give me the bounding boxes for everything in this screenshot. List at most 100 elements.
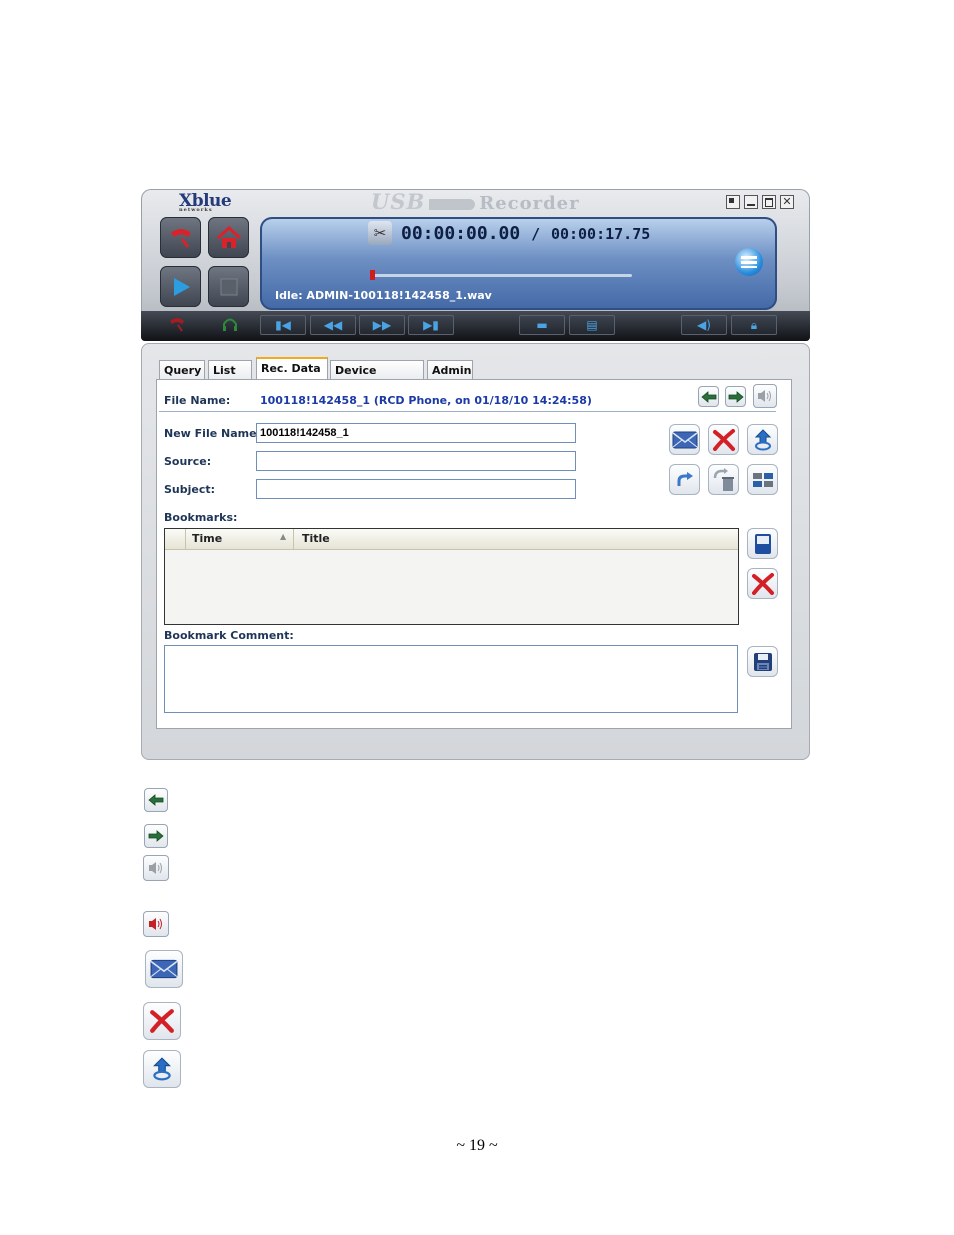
speaker-button[interactable] xyxy=(753,384,777,408)
email-button[interactable] xyxy=(669,424,700,455)
stop-icon xyxy=(220,278,237,295)
sort-ascending-icon: ▲ xyxy=(280,532,287,541)
home-icon xyxy=(216,225,241,248)
bookmark-comment-field[interactable] xyxy=(164,645,738,713)
legend-speaker-off-icon xyxy=(141,853,171,883)
arrow-left-icon xyxy=(700,390,716,403)
tab-list[interactable]: List xyxy=(208,360,252,379)
bookmark-comment-label: Bookmark Comment: xyxy=(164,629,294,642)
phone-small-icon[interactable] xyxy=(168,316,186,336)
main-panel: Query List Rec. Data Device Control Admi… xyxy=(141,343,810,760)
skip-start-button[interactable]: ▮◀ xyxy=(260,315,306,335)
list-menu-icon xyxy=(741,256,757,268)
bookmarks-label: Bookmarks: xyxy=(164,511,238,524)
toggle-button[interactable] xyxy=(747,464,778,495)
arrow-left-icon xyxy=(148,794,164,806)
arrow-right-icon xyxy=(728,390,744,403)
time-current: 00:00:00.00 xyxy=(401,223,521,244)
brand-usb: USB xyxy=(371,189,426,214)
speaker-icon xyxy=(758,390,771,402)
fast-forward-button[interactable]: ▶▶ xyxy=(359,315,405,335)
rewind-button[interactable]: ◀◀ xyxy=(310,315,356,335)
skip-end-icon: ▶▮ xyxy=(423,318,439,332)
delete-recording-button[interactable] xyxy=(708,424,739,455)
speaker-icon xyxy=(149,862,162,874)
legend-upload-icon xyxy=(141,1048,183,1090)
toggle-icon xyxy=(752,472,773,487)
phone-hangup-icon xyxy=(170,228,191,248)
add-bookmark-button[interactable] xyxy=(747,528,778,559)
new-file-name-field[interactable] xyxy=(256,423,576,443)
tab-rec-data[interactable]: Rec. Data xyxy=(256,357,328,380)
time-total: 00:00:17.75 xyxy=(550,225,651,243)
tab-admin[interactable]: Admin xyxy=(427,360,473,379)
email-icon xyxy=(672,431,697,448)
time-separator: / xyxy=(531,225,541,243)
volume-button[interactable]: ◀) xyxy=(681,315,727,335)
floppy-save-icon xyxy=(753,652,772,671)
delete-x-icon xyxy=(712,428,735,451)
home-button[interactable] xyxy=(208,217,249,258)
scissors-button[interactable]: ✂ xyxy=(368,221,392,245)
source-field[interactable] xyxy=(256,451,576,471)
tab-device-control[interactable]: Device Control xyxy=(330,360,424,396)
divider xyxy=(159,411,776,412)
hangup-button[interactable] xyxy=(160,217,201,258)
source-label: Source: xyxy=(164,455,212,468)
folder-icon: ▬ xyxy=(536,318,548,332)
seek-track[interactable] xyxy=(372,274,632,277)
upload-icon xyxy=(754,428,771,450)
open-folder-button[interactable]: ▬ xyxy=(519,315,565,335)
column-time[interactable]: Time xyxy=(192,532,222,545)
seek-thumb[interactable] xyxy=(370,270,375,280)
fast-forward-icon: ▶▶ xyxy=(372,318,392,332)
arrow-right-icon xyxy=(148,830,164,842)
next-file-button[interactable] xyxy=(725,386,746,407)
file-name-label: File Name: xyxy=(164,394,231,407)
email-icon xyxy=(150,959,178,979)
skip-start-icon: ▮◀ xyxy=(275,318,291,332)
playback-display: ✂ 00:00:00.00 / 00:00:17.75 Idle: ADMIN-… xyxy=(260,217,777,310)
scissors-icon: ✂ xyxy=(373,224,387,242)
file-button[interactable]: ▤ xyxy=(569,315,615,335)
subject-field[interactable] xyxy=(256,479,576,499)
close-button[interactable]: ✕ xyxy=(780,195,794,209)
skin-button[interactable] xyxy=(726,195,740,209)
rec-data-content: File Name: 100118!142458_1 (RCD Phone, o… xyxy=(156,379,792,729)
recorder-window: Xblue networks USB Recorder ✕ ✂ 00:00:00.… xyxy=(141,189,810,341)
maximize-button[interactable] xyxy=(762,195,776,209)
minimize-button[interactable] xyxy=(744,195,758,209)
previous-file-button[interactable] xyxy=(698,386,719,407)
page-number: ~ 19 ~ xyxy=(456,1137,498,1154)
save-comment-button[interactable] xyxy=(747,646,778,677)
upload-button[interactable] xyxy=(747,424,778,455)
play-icon xyxy=(173,277,190,296)
bookmark-save-icon xyxy=(754,533,771,554)
delete-x-icon xyxy=(150,1009,174,1033)
brand-title: USB Recorder xyxy=(371,189,580,214)
trash-button[interactable] xyxy=(708,464,739,495)
upload-icon xyxy=(153,1057,171,1081)
brand-swoosh xyxy=(429,198,476,210)
redo-button[interactable] xyxy=(669,464,700,495)
transport-toolbar: ▮◀ ◀◀ ▶▶ ▶▮ ▬ ▤ ◀) 🔒︎ xyxy=(141,311,810,341)
headset-icon[interactable] xyxy=(221,316,239,336)
delete-bookmark-button[interactable] xyxy=(747,568,778,599)
stop-button[interactable] xyxy=(208,266,249,307)
menu-button[interactable] xyxy=(735,248,763,276)
bookmarks-table[interactable]: Time ▲ Title xyxy=(164,528,739,625)
legend-prev-icon xyxy=(141,785,171,815)
status-text: Idle: ADMIN-100118!142458_1.wav xyxy=(275,289,492,302)
file-icon: ▤ xyxy=(586,318,598,332)
legend-speaker-on-icon xyxy=(141,909,171,939)
lock-icon: 🔒︎ xyxy=(750,317,758,332)
tab-query[interactable]: Query xyxy=(159,360,205,379)
xblue-logo: Xblue networks xyxy=(179,191,232,213)
column-title[interactable]: Title xyxy=(302,532,330,545)
play-button[interactable] xyxy=(160,266,201,307)
lock-button[interactable]: 🔒︎ xyxy=(731,315,777,335)
subject-label: Subject: xyxy=(164,483,216,496)
skip-end-button[interactable]: ▶▮ xyxy=(408,315,454,335)
row-selector-header xyxy=(165,529,186,549)
delete-x-icon xyxy=(751,572,774,595)
